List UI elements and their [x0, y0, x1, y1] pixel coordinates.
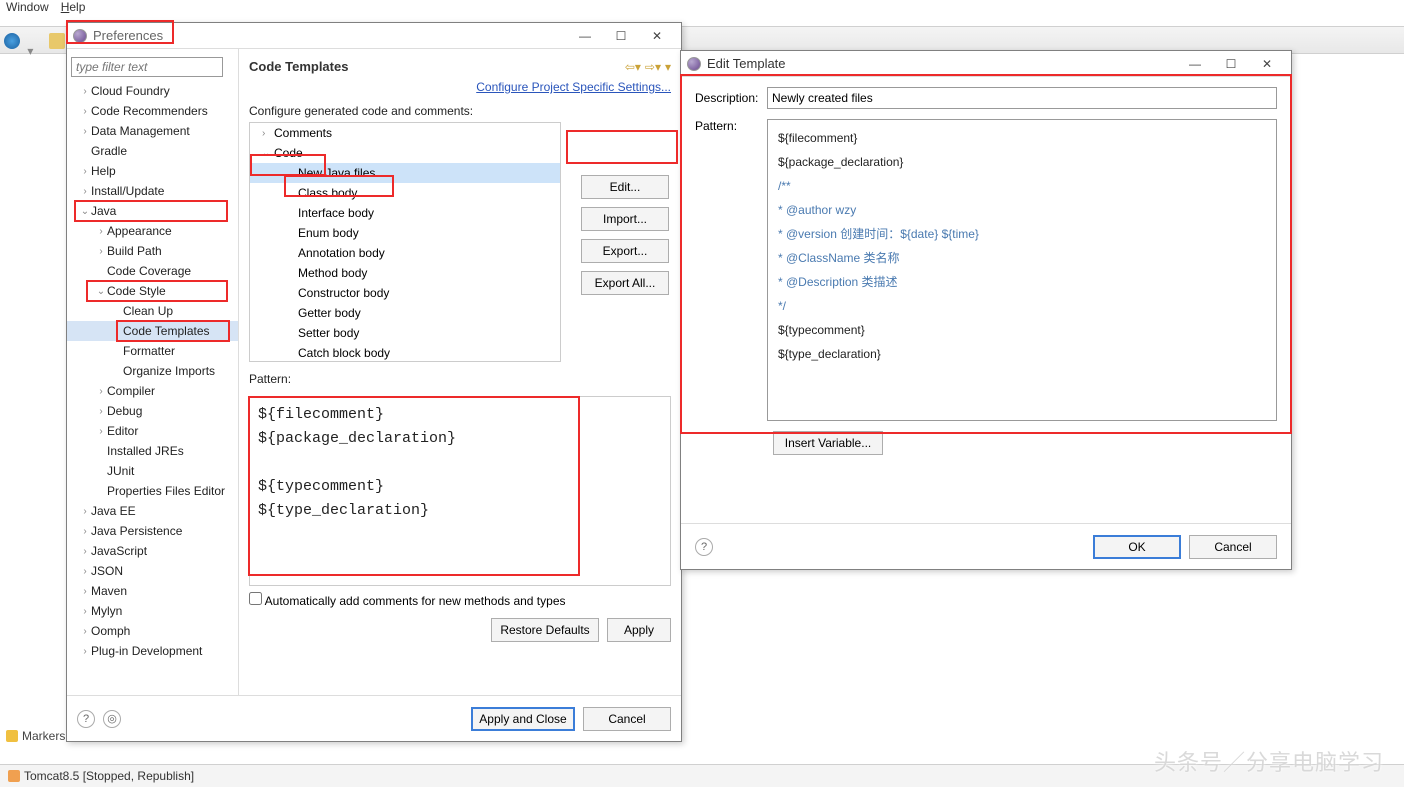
tree-item[interactable]: ›JSON [67, 561, 238, 581]
eclipse-icon [687, 57, 701, 71]
preferences-content-pane: Code Templates ⇦▾ ⇨▾ ▾ Configure Project… [239, 49, 681, 695]
edit-button[interactable]: Edit... [581, 175, 669, 199]
menu-help[interactable]: Help [61, 0, 86, 20]
code-tree-item[interactable]: ›Comments [250, 123, 560, 143]
tree-item[interactable]: Installed JREs [67, 441, 238, 461]
page-title: Code Templates [249, 55, 348, 78]
project-settings-link[interactable]: Configure Project Specific Settings... [249, 78, 671, 102]
tree-item[interactable]: ›Mylyn [67, 601, 238, 621]
edit-template-dialog: Edit Template — ☐ ✕ Description: Pattern… [680, 50, 1292, 570]
auto-comments-row[interactable]: Automatically add comments for new metho… [249, 586, 671, 614]
maximize-button[interactable]: ☐ [603, 25, 639, 47]
preferences-titlebar: Preferences — ☐ ✕ [67, 23, 681, 49]
export-button[interactable]: Export... [581, 239, 669, 263]
configure-label: Configure generated code and comments: [249, 102, 671, 122]
tree-item[interactable]: ›Help [67, 161, 238, 181]
preferences-dialog: Preferences — ☐ ✕ ›Cloud Foundry›Code Re… [66, 22, 682, 742]
maximize-button[interactable]: ☐ [1213, 53, 1249, 75]
tree-item[interactable]: ›Java Persistence [67, 521, 238, 541]
preferences-footer: ? ◎ Apply and Close Cancel [67, 695, 681, 741]
eclipse-icon [73, 29, 87, 43]
cancel-button[interactable]: Cancel [1189, 535, 1277, 559]
export-all-button[interactable]: Export All... [581, 271, 669, 295]
tree-item[interactable]: Properties Files Editor [67, 481, 238, 501]
code-tree-item[interactable]: Annotation body [250, 243, 560, 263]
tree-item[interactable]: ›Compiler [67, 381, 238, 401]
tree-item[interactable]: Gradle [67, 141, 238, 161]
description-input[interactable] [767, 87, 1277, 109]
code-tree-item[interactable]: Method body [250, 263, 560, 283]
record-icon[interactable]: ◎ [103, 710, 121, 728]
apply-button[interactable]: Apply [607, 618, 671, 642]
tree-item[interactable]: ›Editor [67, 421, 238, 441]
code-tree-item[interactable]: Getter body [250, 303, 560, 323]
filter-input[interactable] [71, 57, 223, 77]
tree-item[interactable]: ›JavaScript [67, 541, 238, 561]
code-tree-item[interactable]: Constructor body [250, 283, 560, 303]
import-button[interactable]: Import... [581, 207, 669, 231]
ok-button[interactable]: OK [1093, 535, 1181, 559]
code-tree-item[interactable]: ⌄Code [250, 143, 560, 163]
tree-item[interactable]: ›Code Recommenders [67, 101, 238, 121]
description-label: Description: [695, 91, 767, 105]
tree-item[interactable]: Formatter [67, 341, 238, 361]
nav-menu-icon[interactable]: ▾ [665, 60, 671, 74]
tree-item[interactable]: ›Appearance [67, 221, 238, 241]
preferences-title: Preferences [93, 28, 567, 43]
menu-window[interactable]: Window [6, 0, 49, 20]
tree-item[interactable]: ›Maven [67, 581, 238, 601]
tree-item[interactable]: ›Oomph [67, 621, 238, 641]
code-tree-item[interactable]: Setter body [250, 323, 560, 343]
template-code-editor[interactable]: ${filecomment} ${package_declaration} /*… [767, 119, 1277, 421]
watermark-text: 头条号／分享电脑学习 [1154, 745, 1384, 777]
main-menubar: Window Help [0, 0, 85, 20]
apply-close-button[interactable]: Apply and Close [471, 707, 575, 731]
nav-forward-icon[interactable]: ⇨▾ [645, 60, 661, 74]
tree-item[interactable]: ⌄Code Style [67, 281, 238, 301]
tree-item[interactable]: ›Cloud Foundry [67, 81, 238, 101]
close-button[interactable]: ✕ [1249, 53, 1285, 75]
markers-tab[interactable]: Markers [6, 729, 65, 743]
help-icon[interactable]: ? [77, 710, 95, 728]
minimize-button[interactable]: — [567, 25, 603, 47]
tree-item[interactable]: Clean Up [67, 301, 238, 321]
pattern-preview: ${filecomment}${package_declaration} ${t… [249, 396, 671, 586]
cancel-button[interactable]: Cancel [583, 707, 671, 731]
tree-item[interactable]: ›Build Path [67, 241, 238, 261]
tree-item[interactable]: Code Templates [67, 321, 238, 341]
code-tree-item[interactable]: Enum body [250, 223, 560, 243]
edit-template-titlebar: Edit Template — ☐ ✕ [681, 51, 1291, 77]
insert-variable-button[interactable]: Insert Variable... [773, 431, 883, 455]
tree-item[interactable]: ›Java EE [67, 501, 238, 521]
pattern-label: Pattern: [695, 119, 767, 133]
code-templates-tree[interactable]: ›Comments⌄CodeNew Java filesClass bodyIn… [249, 122, 561, 362]
code-tree-item[interactable]: Interface body [250, 203, 560, 223]
tree-item[interactable]: JUnit [67, 461, 238, 481]
tree-item[interactable]: ⌄Java [67, 201, 238, 221]
tree-item[interactable]: Code Coverage [67, 261, 238, 281]
tree-item[interactable]: Organize Imports [67, 361, 238, 381]
preferences-tree[interactable]: ›Cloud Foundry›Code Recommenders›Data Ma… [67, 81, 238, 661]
tomcat-icon [8, 770, 20, 782]
edit-template-title: Edit Template [707, 56, 1177, 71]
tree-item[interactable]: ›Plug-in Development [67, 641, 238, 661]
toolbar-icon-1[interactable] [4, 33, 20, 49]
tree-item[interactable]: ›Debug [67, 401, 238, 421]
nav-back-icon[interactable]: ⇦▾ [625, 60, 641, 74]
preferences-category-pane: ›Cloud Foundry›Code Recommenders›Data Ma… [67, 49, 239, 695]
pattern-label: Pattern: [249, 370, 671, 390]
code-tree-item[interactable]: Class body [250, 183, 560, 203]
tree-item[interactable]: ›Install/Update [67, 181, 238, 201]
restore-defaults-button[interactable]: Restore Defaults [491, 618, 599, 642]
help-icon[interactable]: ? [695, 538, 713, 556]
markers-icon [6, 730, 18, 742]
close-button[interactable]: ✕ [639, 25, 675, 47]
tree-item[interactable]: ›Data Management [67, 121, 238, 141]
minimize-button[interactable]: — [1177, 53, 1213, 75]
code-tree-item[interactable]: New Java files [250, 163, 560, 183]
toolbar-icon-2[interactable] [49, 33, 65, 49]
code-tree-item[interactable]: Catch block body [250, 343, 560, 362]
auto-comments-checkbox[interactable] [249, 592, 262, 605]
